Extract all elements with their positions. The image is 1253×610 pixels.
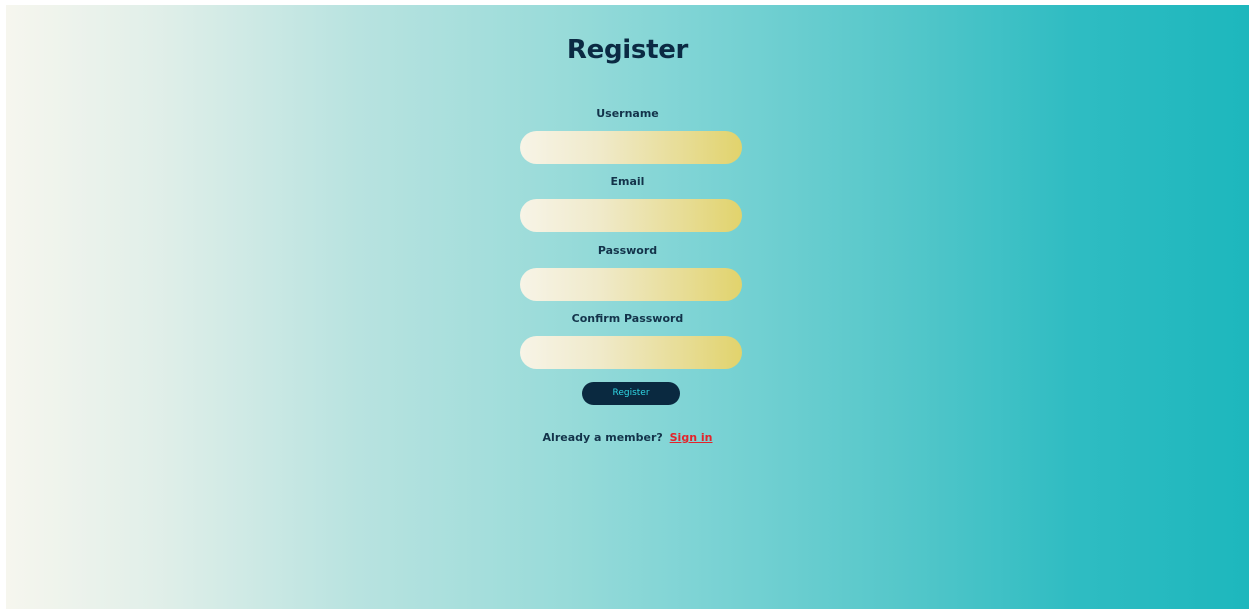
- page-title: Register: [566, 35, 689, 65]
- password-label: Password: [597, 244, 658, 257]
- register-page: Register Username Email Password Confirm…: [6, 5, 1249, 609]
- username-label: Username: [596, 107, 659, 120]
- username-field[interactable]: [520, 131, 742, 164]
- footer-text: Already a member?: [542, 431, 663, 444]
- confirm-password-field[interactable]: [520, 336, 742, 369]
- signin-prompt: Already a member? Sign in: [6, 431, 1249, 444]
- email-label: Email: [610, 175, 645, 188]
- signin-link[interactable]: Sign in: [670, 431, 713, 444]
- confirm-password-label: Confirm Password: [571, 312, 684, 325]
- register-button[interactable]: Register: [582, 382, 680, 405]
- email-field[interactable]: [520, 199, 742, 232]
- password-field[interactable]: [520, 268, 742, 301]
